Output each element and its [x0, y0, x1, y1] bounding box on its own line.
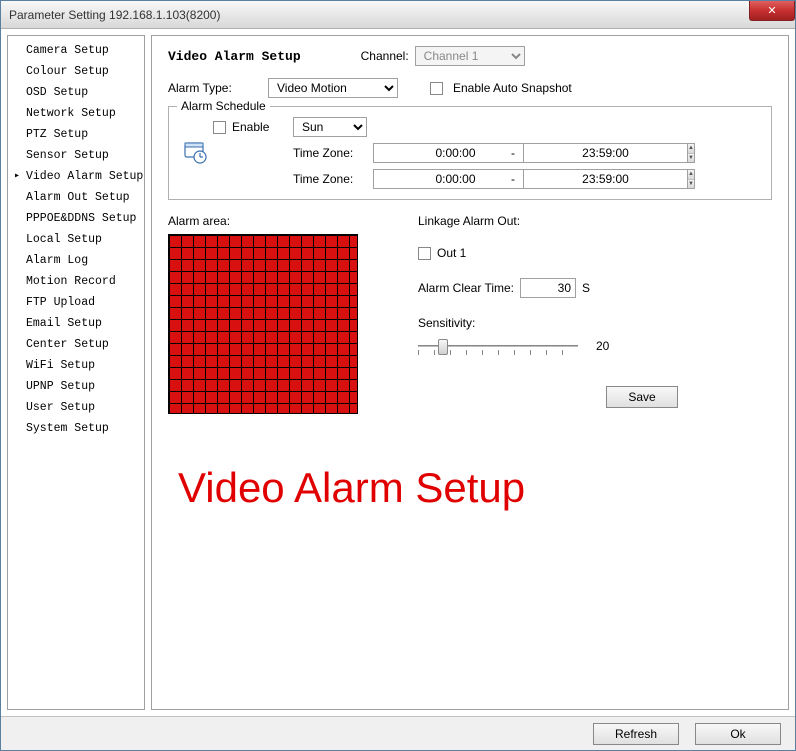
sidebar-item-motion-record[interactable]: Motion Record [12, 271, 140, 292]
sidebar-item-system-setup[interactable]: System Setup [12, 418, 140, 439]
channel-label: Channel: [361, 49, 409, 63]
schedule-enable-label: Enable [232, 120, 269, 134]
sensitivity-block: Sensitivity: 20 [418, 316, 678, 356]
alarm-area-block: Alarm area: [168, 214, 358, 414]
tz2-from-spinner[interactable]: ▲▼ [373, 169, 483, 189]
window-title: Parameter Setting 192.168.1.103(8200) [9, 8, 220, 22]
sidebar-item-colour-setup[interactable]: Colour Setup [12, 61, 140, 82]
ok-button[interactable]: Ok [695, 723, 781, 745]
sidebar: Camera SetupColour SetupOSD SetupNetwork… [7, 35, 145, 710]
sidebar-item-ftp-upload[interactable]: FTP Upload [12, 292, 140, 313]
sensitivity-label: Sensitivity: [418, 316, 475, 330]
sidebar-item-alarm-log[interactable]: Alarm Log [12, 250, 140, 271]
sidebar-item-sensor-setup[interactable]: Sensor Setup [12, 145, 140, 166]
clear-time-unit: S [582, 281, 590, 295]
alarm-schedule-legend: Alarm Schedule [177, 99, 270, 113]
main-panel: Video Alarm Setup Channel: Channel 1 Ala… [151, 35, 789, 710]
sidebar-item-user-setup[interactable]: User Setup [12, 397, 140, 418]
titlebar: Parameter Setting 192.168.1.103(8200) ✕ [1, 1, 795, 29]
tz1-to-input[interactable] [523, 143, 687, 163]
tz2-sep: - [503, 172, 523, 186]
clear-time-row: Alarm Clear Time: S [418, 278, 678, 298]
alarm-area-grid[interactable] [168, 234, 358, 414]
enable-snapshot-checkbox[interactable] [430, 82, 443, 95]
schedule-icon [183, 140, 209, 166]
alarm-type-label: Alarm Type: [168, 81, 258, 95]
save-button[interactable]: Save [606, 386, 678, 408]
close-icon: ✕ [767, 4, 776, 17]
spin-up-icon[interactable]: ▲ [688, 144, 694, 154]
sidebar-item-camera-setup[interactable]: Camera Setup [12, 40, 140, 61]
main-row: Camera SetupColour SetupOSD SetupNetwork… [1, 29, 795, 716]
alarm-area-label: Alarm area: [168, 214, 230, 228]
schedule-enable-row: Enable [213, 120, 293, 134]
clear-time-label: Alarm Clear Time: [418, 281, 514, 295]
linkage-title: Linkage Alarm Out: [418, 214, 678, 228]
out1-checkbox[interactable] [418, 247, 431, 260]
tz1-from-spinner[interactable]: ▲▼ [373, 143, 483, 163]
clear-time-input[interactable] [520, 278, 576, 298]
sidebar-item-email-setup[interactable]: Email Setup [12, 313, 140, 334]
enable-snapshot-label: Enable Auto Snapshot [453, 81, 572, 95]
content-area: Camera SetupColour SetupOSD SetupNetwork… [1, 29, 795, 750]
spin-down-icon[interactable]: ▼ [688, 180, 694, 189]
refresh-button[interactable]: Refresh [593, 723, 679, 745]
lower-row: Alarm area: Linkage Alarm Out: Out 1 Ala… [168, 214, 772, 414]
sensitivity-slider[interactable] [418, 336, 578, 356]
sidebar-item-upnp-setup[interactable]: UPNP Setup [12, 376, 140, 397]
sidebar-item-osd-setup[interactable]: OSD Setup [12, 82, 140, 103]
sidebar-item-wifi-setup[interactable]: WiFi Setup [12, 355, 140, 376]
spin-down-icon[interactable]: ▼ [688, 154, 694, 163]
sensitivity-value: 20 [596, 339, 609, 353]
tz2-to-input[interactable] [523, 169, 687, 189]
sidebar-item-alarm-out-setup[interactable]: Alarm Out Setup [12, 187, 140, 208]
overlay-caption: Video Alarm Setup [178, 464, 772, 512]
tz2-label: Time Zone: [293, 172, 373, 186]
channel-select[interactable]: Channel 1 [415, 46, 525, 66]
out1-label: Out 1 [437, 246, 466, 260]
channel-row: Channel: Channel 1 [361, 46, 525, 66]
alarm-type-select[interactable]: Video Motion [268, 78, 398, 98]
app-window: Parameter Setting 192.168.1.103(8200) ✕ … [0, 0, 796, 751]
schedule-day-select[interactable]: Sun [293, 117, 367, 137]
spin-up-icon[interactable]: ▲ [688, 170, 694, 180]
sidebar-item-video-alarm-setup[interactable]: Video Alarm Setup [12, 166, 140, 187]
linkage-block: Linkage Alarm Out: Out 1 Alarm Clear Tim… [418, 214, 678, 414]
tz2-to-spinner[interactable]: ▲▼ [523, 169, 633, 189]
slider-thumb[interactable] [438, 339, 448, 355]
close-button[interactable]: ✕ [749, 1, 795, 21]
page-title: Video Alarm Setup [168, 49, 301, 64]
schedule-enable-checkbox[interactable] [213, 121, 226, 134]
alarm-type-row: Alarm Type: Video Motion Enable Auto Sna… [168, 78, 772, 98]
alarm-schedule-fieldset: Alarm Schedule [168, 106, 772, 200]
sidebar-item-network-setup[interactable]: Network Setup [12, 103, 140, 124]
out1-row: Out 1 [418, 246, 678, 260]
panel-header: Video Alarm Setup Channel: Channel 1 [168, 46, 772, 66]
sidebar-item-pppoe-ddns-setup[interactable]: PPPOE&DDNS Setup [12, 208, 140, 229]
footer: Refresh Ok [1, 716, 795, 750]
tz1-to-spinner[interactable]: ▲▼ [523, 143, 633, 163]
sidebar-item-local-setup[interactable]: Local Setup [12, 229, 140, 250]
sidebar-item-center-setup[interactable]: Center Setup [12, 334, 140, 355]
tz1-label: Time Zone: [293, 146, 373, 160]
sidebar-item-ptz-setup[interactable]: PTZ Setup [12, 124, 140, 145]
tz1-sep: - [503, 146, 523, 160]
schedule-grid: Enable Sun Time Zone: ▲▼ [183, 117, 757, 189]
